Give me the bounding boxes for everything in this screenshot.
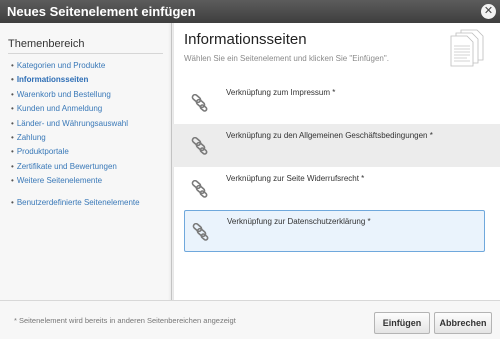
documents-icon xyxy=(450,29,484,67)
sidebar-item-label: Warenkorb und Bestellung xyxy=(16,89,111,99)
element-list: Verknüpfung zum Impressum * Verknüpfung … xyxy=(172,81,500,252)
bullet-icon: • xyxy=(11,118,14,128)
dialog-titlebar: Neues Seitenelement einfügen ✕ xyxy=(0,0,500,23)
sidebar-topic-list: • Kategorien und Produkte • Informationsse… xyxy=(11,59,140,210)
element-label: Verknüpfung zum Impressum * xyxy=(226,88,336,97)
insert-element-dialog: Neues Seitenelement einfügen ✕ Themenber… xyxy=(0,0,500,339)
cancel-button[interactable]: Abbrechen xyxy=(434,312,492,334)
sidebar-item-label: Zahlung xyxy=(16,132,46,142)
sidebar-item-laender-und-waehrungsauswahl[interactable]: • Länder- und Währungsauswahl xyxy=(11,117,140,131)
bullet-icon: • xyxy=(11,161,14,171)
chain-link-icon xyxy=(192,223,209,241)
bullet-icon: • xyxy=(11,61,14,70)
dialog-footer: * Seitenelement wird bereits in anderen … xyxy=(0,300,500,339)
sidebar-item-zahlung[interactable]: • Zahlung xyxy=(11,131,140,145)
sidebar-item-kunden-und-anmeldung[interactable]: • Kunden und Anmeldung xyxy=(11,102,140,116)
element-label: Verknüpfung zu den Allgemeinen Geschäfts… xyxy=(226,131,433,140)
bullet-icon: • xyxy=(11,104,14,114)
sidebar-item-label: Länder- und Währungsauswahl xyxy=(16,118,128,128)
bullet-icon: • xyxy=(11,176,14,186)
sidebar-item-label: Weitere Seitenelemente xyxy=(16,176,103,186)
bullet-icon: • xyxy=(11,132,14,142)
sidebar-item-kategorien-und-produkte[interactable]: • Kategorien und Produkte xyxy=(11,59,140,73)
element-row-impressum[interactable]: Verknüpfung zum Impressum * xyxy=(172,81,500,124)
dialog-title: Neues Seitenelement einfügen xyxy=(7,4,196,19)
element-row-agb[interactable]: Verknüpfung zu den Allgemeinen Geschäfts… xyxy=(172,124,500,167)
sidebar-item-benutzerdefinierte-seitenelemente[interactable]: • Benutzerdefinierte Seitenelemente xyxy=(11,196,140,210)
sidebar-item-label: Benutzerdefinierte Seitenelemente xyxy=(16,197,140,207)
chain-link-icon xyxy=(191,180,208,198)
sidebar-item-label: Kunden und Anmeldung xyxy=(16,104,103,114)
sidebar-heading: Themenbereich xyxy=(8,38,85,50)
sidebar-item-label: Informationsseiten xyxy=(16,75,89,85)
bullet-icon: • xyxy=(11,89,14,99)
sidebar-item-informationsseiten[interactable]: • Informationsseiten xyxy=(11,73,140,87)
element-row-widerrufsrecht[interactable]: Verknüpfung zur Seite Widerrufsrecht * xyxy=(172,167,500,210)
bullet-icon: • xyxy=(11,75,14,85)
page-subtitle: Wählen Sie ein Seitenelement und klicken… xyxy=(184,54,389,63)
bullet-icon: • xyxy=(11,197,14,207)
element-label: Verknüpfung zur Datenschutzerklärung * xyxy=(227,217,371,226)
footer-note: * Seitenelement wird bereits in anderen … xyxy=(14,316,236,325)
page-title: Informationsseiten xyxy=(184,31,307,48)
bullet-icon: • xyxy=(11,147,14,157)
sidebar-item-label: Produktportale xyxy=(16,147,69,157)
sidebar-item-produktportale[interactable]: • Produktportale xyxy=(11,145,140,159)
close-icon[interactable]: ✕ xyxy=(481,4,496,19)
element-label: Verknüpfung zur Seite Widerrufsrecht * xyxy=(226,174,365,183)
sidebar-divider-line xyxy=(8,53,163,54)
chain-link-icon xyxy=(191,94,208,112)
sidebar-item-label: Kategorien und Produkte xyxy=(16,61,106,70)
sidebar-item-weitere-seitenelemente[interactable]: • Weitere Seitenelemente xyxy=(11,174,140,188)
sidebar-item-zertifikate-und-bewertungen[interactable]: • Zertifikate und Bewertungen xyxy=(11,160,140,174)
sidebar-item-warenkorb-und-bestellung[interactable]: • Warenkorb und Bestellung xyxy=(11,88,140,102)
element-row-datenschutz[interactable]: Verknüpfung zur Datenschutzerklärung * xyxy=(184,210,485,252)
chain-link-icon xyxy=(191,137,208,155)
sidebar-item-label: Zertifikate und Bewertungen xyxy=(16,161,117,171)
insert-button[interactable]: Einfügen xyxy=(374,312,430,334)
